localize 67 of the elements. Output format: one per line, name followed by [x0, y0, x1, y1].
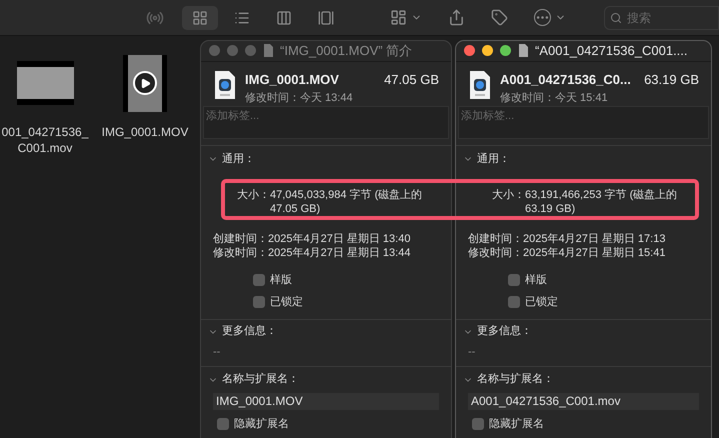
window-control[interactable]: [500, 45, 511, 56]
document-icon: [263, 44, 273, 58]
tags-field[interactable]: 添加标签...: [203, 106, 449, 140]
search-field[interactable]: 搜索: [604, 6, 719, 30]
section-header: 名称与扩展名：: [477, 372, 554, 388]
file-label: IMG_0001.MOV: [102, 124, 188, 140]
movie-file-icon: [213, 70, 237, 100]
file-name: A001_04271536_C0...: [500, 71, 631, 90]
window-control[interactable]: [482, 45, 493, 56]
file-size: 47.05 GB: [384, 71, 439, 90]
checkbox[interactable]: [253, 296, 265, 308]
window-control[interactable]: [464, 45, 475, 56]
share-icon[interactable]: [448, 9, 465, 26]
movie-file-icon: [468, 70, 492, 100]
document-icon: [518, 44, 528, 58]
grid-icon: [192, 10, 208, 26]
checkbox[interactable]: [508, 274, 520, 286]
search-icon: [610, 12, 622, 24]
more-info-value: --: [467, 344, 476, 360]
size-label: 大小：: [237, 188, 270, 203]
checkbox-label: 已锁定: [525, 294, 558, 310]
video-thumbnail[interactable]: [123, 54, 167, 112]
window-title: “IMG_0001.MOV” 简介: [280, 42, 412, 60]
tags-field[interactable]: 添加标签...: [458, 106, 709, 140]
field-value: 2025年4月27日 星期日 13:40: [268, 232, 410, 246]
section-header: 通用：: [477, 152, 510, 168]
checkbox[interactable]: [472, 418, 484, 430]
checkbox[interactable]: [217, 418, 229, 430]
section-header: 更多信息：: [222, 324, 277, 340]
size-value: 47,045,033,984 字节 (磁盘上的 47.05 GB): [270, 188, 424, 216]
tag-icon[interactable]: [491, 9, 508, 26]
field-label: 创建时间：: [468, 232, 523, 246]
file-size: 63.19 GB: [644, 71, 699, 90]
columns-icon: [276, 10, 292, 26]
filename-field[interactable]: IMG_0001.MOV: [213, 392, 439, 410]
file-label: C001.mov: [18, 140, 72, 156]
checkbox-label: 已锁定: [270, 294, 303, 310]
field-value: 2025年4月27日 星期日 15:41: [523, 246, 666, 260]
grid-view-button[interactable]: [182, 6, 218, 30]
video-thumbnail[interactable]: [16, 61, 74, 105]
section-header: 更多信息：: [477, 324, 532, 340]
more-icon[interactable]: [534, 9, 551, 26]
checkbox-label: 样版: [525, 272, 547, 288]
field-label: 修改时间：: [213, 246, 268, 260]
checkbox[interactable]: [508, 296, 520, 308]
field-value: 2025年4月27日 星期日 17:13: [523, 232, 666, 246]
group-icon[interactable]: [390, 9, 407, 26]
window-title: “A001_04271536_C001....: [535, 42, 688, 60]
checkbox-label: 隐藏扩展名: [234, 416, 289, 432]
field-label: 修改时间：: [468, 246, 523, 260]
filename-field[interactable]: A001_04271536_C001.mov: [468, 392, 699, 410]
checkbox[interactable]: [253, 274, 265, 286]
modified-date: 修改时间：今天 15:41: [500, 90, 609, 106]
size-value: 63,191,466,253 字节 (磁盘上的 63.19 GB): [525, 188, 678, 216]
file-name: IMG_0001.MOV: [245, 71, 339, 90]
field-value: 2025年4月27日 星期日 13:44: [268, 246, 410, 260]
section-header: 通用：: [222, 152, 255, 168]
modified-date: 修改时间：今天 13:44: [245, 90, 354, 106]
list-icon: [234, 10, 250, 26]
field-label: 创建时间：: [213, 232, 268, 246]
section-header: 名称与扩展名：: [222, 372, 299, 388]
checkbox-label: 隐藏扩展名: [489, 416, 544, 432]
checkbox-label: 样版: [270, 272, 292, 288]
size-label: 大小：: [492, 188, 525, 203]
more-info-value: --: [212, 344, 222, 360]
file-label: 001_04271536_: [2, 124, 88, 140]
gallery-icon: [318, 10, 334, 26]
